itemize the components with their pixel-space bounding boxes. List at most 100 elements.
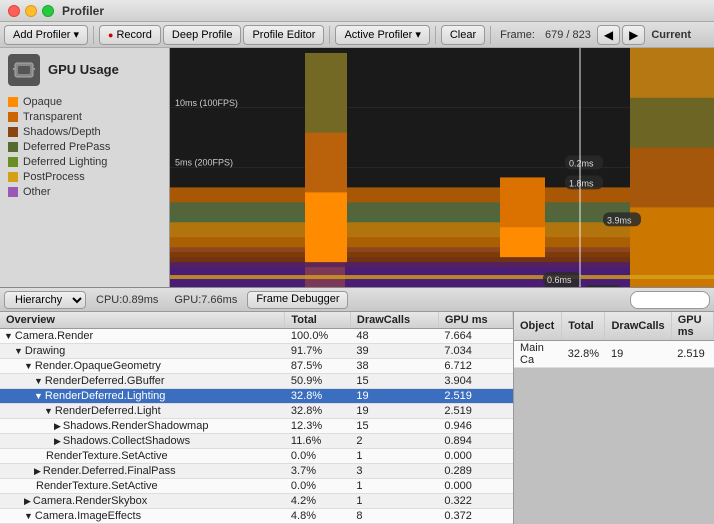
table-row[interactable]: ▼RenderDeferred.GBuffer 50.9% 15 3.904 xyxy=(0,374,513,389)
deep-profile-button[interactable]: Deep Profile xyxy=(163,25,242,45)
col-right-drawcalls: DrawCalls xyxy=(605,312,671,341)
svg-text:5ms (200FPS): 5ms (200FPS) xyxy=(175,158,233,168)
table-row[interactable]: ▼Camera.ImageEffects 4.8% 8 0.372 xyxy=(0,509,513,524)
record-button[interactable]: ● Record xyxy=(99,25,161,45)
tree-toggle[interactable]: ▼ xyxy=(44,406,53,416)
cell-total: 100.0% xyxy=(285,329,351,344)
profile-editor-label: Profile Editor xyxy=(252,29,315,41)
clear-button[interactable]: Clear xyxy=(441,25,485,45)
col-total: Total xyxy=(285,312,351,329)
maximize-button[interactable] xyxy=(42,5,54,17)
cell-drawcalls: 15 xyxy=(350,419,438,434)
cell-drawcalls: 39 xyxy=(350,344,438,359)
legend-panel: GPU Usage OpaqueTransparentShadows/Depth… xyxy=(0,48,170,287)
toolbar-divider-3 xyxy=(435,26,436,44)
close-button[interactable] xyxy=(8,5,20,17)
cell-name: ▼Camera.ImageEffects xyxy=(0,509,285,524)
table-row[interactable]: ▼RenderDeferred.Light 32.8% 19 2.519 xyxy=(0,404,513,419)
title-bar: Profiler xyxy=(0,0,714,22)
left-table[interactable]: Overview Total DrawCalls GPU ms ▼Camera.… xyxy=(0,312,514,524)
hierarchy-select[interactable]: Hierarchy xyxy=(4,291,86,309)
cell-gpums: 2.519 xyxy=(438,404,512,419)
gpu-section: GPU Usage OpaqueTransparentShadows/Depth… xyxy=(0,48,714,288)
col-drawcalls: DrawCalls xyxy=(350,312,438,329)
cell-name: ▼Drawing xyxy=(0,344,285,359)
table-row[interactable]: RenderTexture.SetActive 0.0% 1 0.000 xyxy=(0,449,513,464)
table-row[interactable]: ▼Camera.Render 100.0% 48 7.664 xyxy=(0,329,513,344)
left-table-body: ▼Camera.Render 100.0% 48 7.664 ▼Drawing … xyxy=(0,329,513,524)
cell-drawcalls: 48 xyxy=(350,329,438,344)
col-right-gpums: GPU ms xyxy=(671,312,713,341)
cell-drawcalls: 3 xyxy=(350,464,438,479)
table-row[interactable]: ▶Shadows.RenderShadowmap 12.3% 15 0.946 xyxy=(0,419,513,434)
cell-gpums: 7.664 xyxy=(438,329,512,344)
cell-total: 0.0% xyxy=(285,479,351,494)
frame-debugger-label: Frame Debugger xyxy=(256,293,339,305)
tree-toggle[interactable]: ▶ xyxy=(54,436,61,446)
cell-name: ▶Camera.RenderSkybox xyxy=(0,494,285,509)
tree-toggle[interactable]: ▼ xyxy=(24,511,33,521)
table-row[interactable]: ▶Shadows.CollectShadows 11.6% 2 0.894 xyxy=(0,434,513,449)
tree-toggle[interactable]: ▶ xyxy=(24,496,31,506)
cell-total: 4.2% xyxy=(285,494,351,509)
table-row[interactable]: ▶Camera.RenderSkybox 4.2% 1 0.322 xyxy=(0,494,513,509)
cell-gpums: 0.000 xyxy=(438,479,512,494)
legend-color-swatch xyxy=(8,187,18,197)
legend-item-label: Deferred Lighting xyxy=(23,156,107,168)
legend-item: Deferred PrePass xyxy=(8,141,161,153)
toolbar-divider-1 xyxy=(93,26,94,44)
frame-debugger-button[interactable]: Frame Debugger xyxy=(247,291,348,309)
cell-right-gpu: 2.519 xyxy=(671,341,713,368)
cell-gpums: 0.289 xyxy=(438,464,512,479)
gpu-svg-icon xyxy=(13,59,35,81)
frame-prev-button[interactable]: ◀ xyxy=(597,25,620,45)
legend-color-swatch xyxy=(8,142,18,152)
right-table-row[interactable]: Main Ca 32.8% 19 2.519 xyxy=(514,341,714,368)
cell-name: RenderTexture.SetActive xyxy=(0,449,285,464)
svg-text:0.2ms: 0.2ms xyxy=(569,159,594,169)
right-table-header-row: Object Total DrawCalls GPU ms xyxy=(514,312,714,341)
table-row[interactable]: ▼Drawing 91.7% 39 7.034 xyxy=(0,344,513,359)
tree-toggle[interactable]: ▶ xyxy=(54,421,61,431)
cell-total: 3.7% xyxy=(285,464,351,479)
add-profiler-label: Add Profiler xyxy=(13,29,70,41)
legend-title: GPU Usage xyxy=(48,62,119,77)
chart-container[interactable]: 10ms (100FPS) 5ms (200FPS) xyxy=(170,48,714,287)
table-row[interactable]: RenderTexture.SetActive 0.0% 1 0.000 xyxy=(0,479,513,494)
frame-label: Frame: xyxy=(496,29,539,41)
cell-gpums: 0.322 xyxy=(438,494,512,509)
filter-bar: Hierarchy CPU:0.89ms GPU:7.66ms Frame De… xyxy=(0,288,714,312)
legend-color-swatch xyxy=(8,97,18,107)
cell-name: ▼Camera.Render xyxy=(0,329,285,344)
cell-right-draws: 19 xyxy=(605,341,671,368)
table-row[interactable]: ▶Render.Deferred.FinalPass 3.7% 3 0.289 xyxy=(0,464,513,479)
tree-toggle[interactable]: ▼ xyxy=(4,331,13,341)
minimize-button[interactable] xyxy=(25,5,37,17)
profiler-bottom: Hierarchy CPU:0.89ms GPU:7.66ms Frame De… xyxy=(0,288,714,524)
cell-total: 32.8% xyxy=(285,389,351,404)
legend-item-label: PostProcess xyxy=(23,171,85,183)
cell-name: ▶Shadows.CollectShadows xyxy=(0,434,285,449)
profile-editor-button[interactable]: Profile Editor xyxy=(243,25,324,45)
toolbar-divider-4 xyxy=(490,26,491,44)
legend-color-swatch xyxy=(8,112,18,122)
right-table[interactable]: Object Total DrawCalls GPU ms Main Ca 32… xyxy=(514,312,714,524)
frame-next-button[interactable]: ▶ xyxy=(622,25,645,45)
tree-toggle[interactable]: ▼ xyxy=(34,376,43,386)
tree-toggle[interactable]: ▶ xyxy=(34,466,41,476)
tree-toggle[interactable]: ▼ xyxy=(24,361,33,371)
deep-profile-label: Deep Profile xyxy=(172,29,233,41)
tree-toggle[interactable]: ▼ xyxy=(34,391,43,401)
add-profiler-button[interactable]: Add Profiler ▾ xyxy=(4,25,88,45)
main-content: GPU Usage OpaqueTransparentShadows/Depth… xyxy=(0,48,714,518)
cell-gpums: 0.894 xyxy=(438,434,512,449)
traffic-lights xyxy=(8,5,54,17)
search-input[interactable] xyxy=(630,291,710,309)
table-row[interactable]: ▼Render.OpaqueGeometry 87.5% 38 6.712 xyxy=(0,359,513,374)
table-row[interactable]: ▼RenderDeferred.Lighting 32.8% 19 2.519 xyxy=(0,389,513,404)
cell-gpums: 0.946 xyxy=(438,419,512,434)
tree-toggle[interactable]: ▼ xyxy=(14,346,23,356)
toolbar-divider-2 xyxy=(329,26,330,44)
cell-gpums: 6.712 xyxy=(438,359,512,374)
active-profiler-button[interactable]: Active Profiler ▾ xyxy=(335,25,429,45)
